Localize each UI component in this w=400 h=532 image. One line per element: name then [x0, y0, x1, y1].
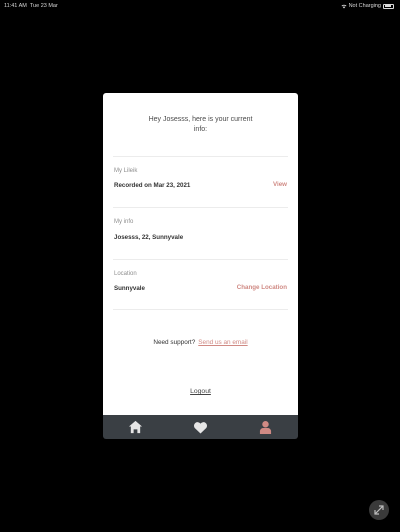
section-value-recorded: Recorded on Mar 23, 2021	[114, 182, 191, 189]
tab-profile[interactable]	[251, 415, 281, 439]
divider	[113, 207, 288, 208]
battery-icon	[383, 3, 394, 9]
info-card: Hey Josesss, here is your current info: …	[103, 93, 298, 415]
view-button[interactable]: View	[273, 181, 287, 188]
logout-button[interactable]: Logout	[103, 388, 298, 395]
expand-button[interactable]	[369, 500, 389, 520]
support-text: Need support?	[153, 339, 196, 346]
expand-arrows-icon	[374, 505, 384, 515]
divider	[113, 309, 288, 310]
status-right: Not Charging	[341, 0, 394, 12]
section-value-location: Sunnyvale	[114, 285, 145, 292]
tab-favorites[interactable]	[186, 415, 216, 439]
status-date: Tue 23 Mar	[29, 3, 58, 9]
change-location-button[interactable]: Change Location	[237, 284, 287, 291]
battery-status-text: Not Charging	[348, 3, 381, 9]
status-bar: 11:41 AM Tue 23 Mar Not Charging	[0, 0, 400, 12]
home-icon	[128, 420, 143, 434]
wifi-icon	[341, 4, 347, 8]
section-label-location: Location	[114, 271, 137, 277]
divider	[113, 259, 288, 260]
bottom-tab-bar	[103, 415, 298, 439]
support-row: Need support? Send us an email	[103, 339, 298, 346]
section-label-my-info: My info	[114, 219, 134, 225]
tab-home[interactable]	[121, 415, 151, 439]
profile-icon	[259, 420, 272, 434]
send-email-link[interactable]: Send us an email	[198, 339, 247, 346]
status-time-date: 11:41 AM Tue 23 Mar	[4, 0, 58, 12]
heart-icon	[194, 421, 207, 434]
greeting-text: Hey Josesss, here is your current info:	[148, 116, 253, 133]
divider	[113, 156, 288, 157]
section-label-lileik: My Lileik	[114, 168, 138, 174]
status-time: 11:41 AM	[4, 3, 27, 9]
section-value-my-info: Josesss, 22, Sunnyvale	[114, 234, 184, 241]
